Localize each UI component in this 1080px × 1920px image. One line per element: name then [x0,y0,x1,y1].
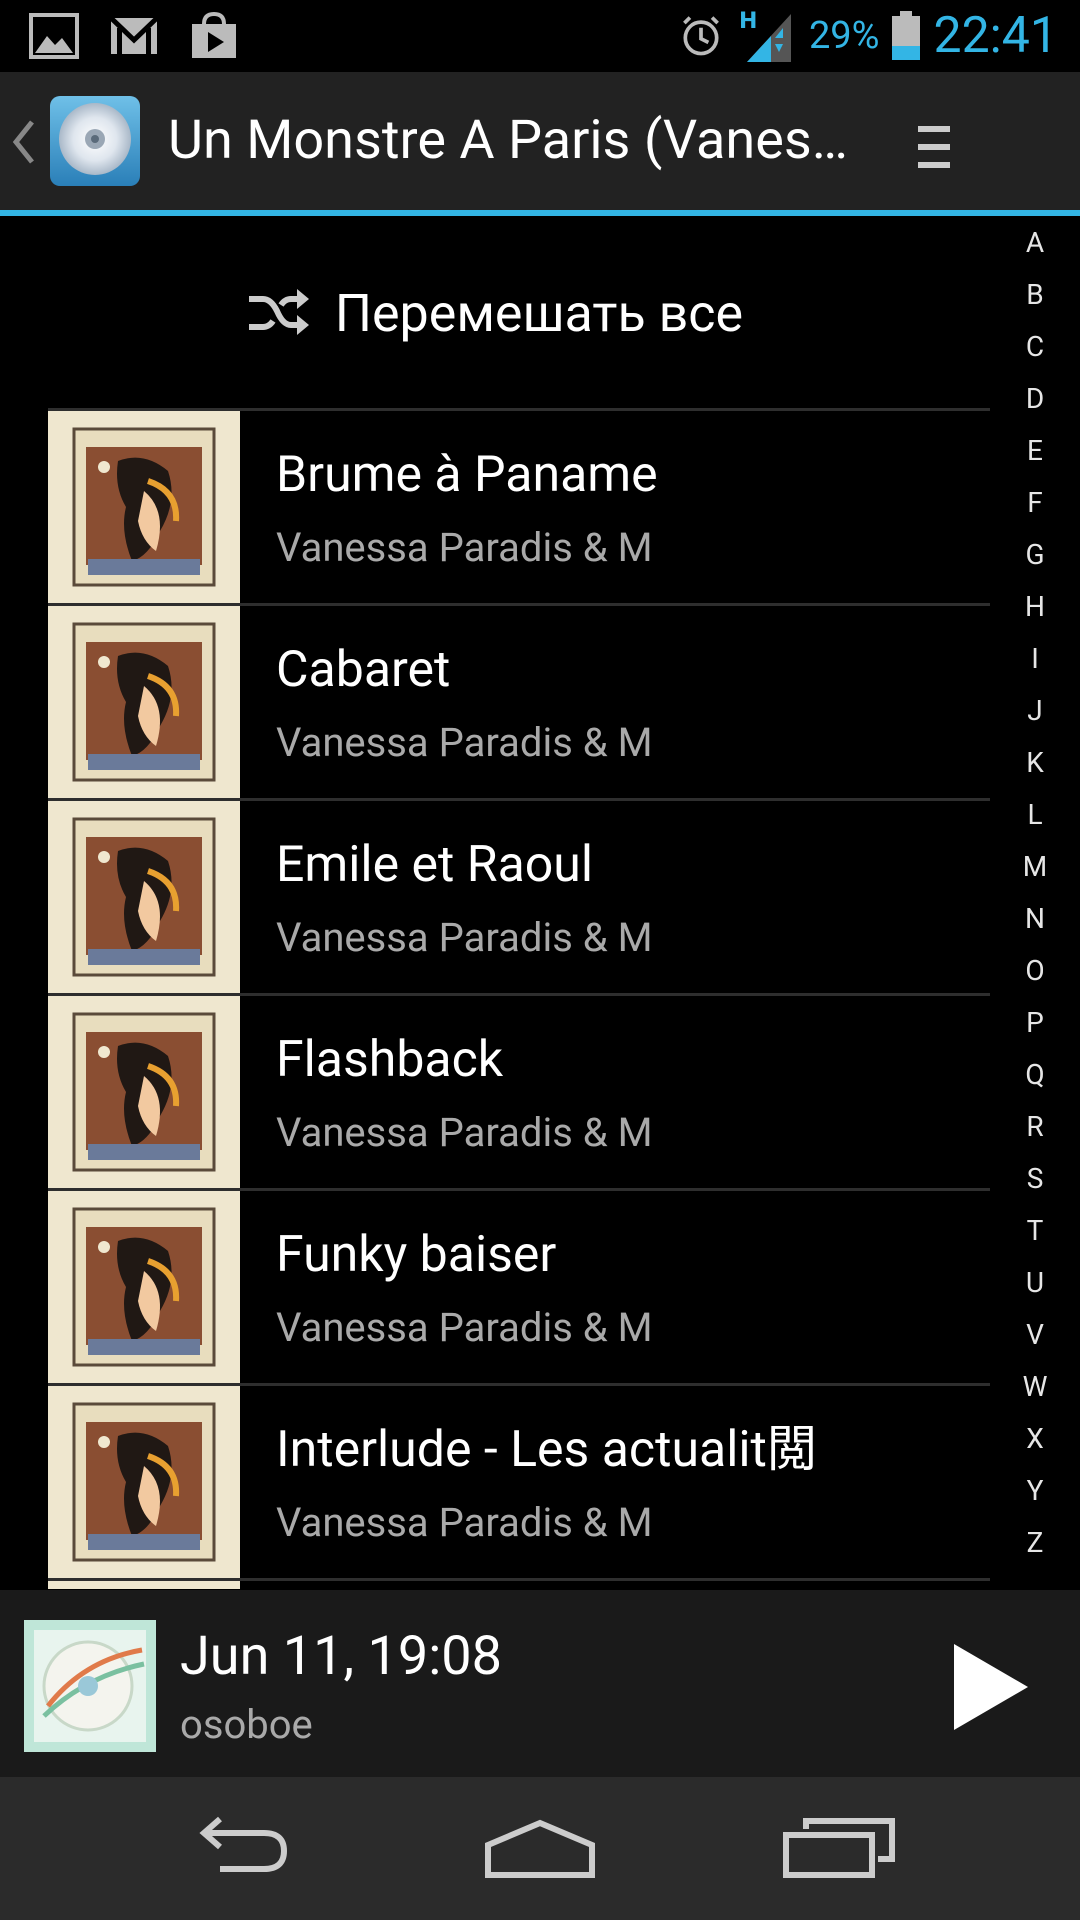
index-letter[interactable]: I [1010,638,1060,690]
svg-text:H: H [739,9,757,34]
album-art-thumbnail [48,1386,240,1578]
track-artist: Vanessa Paradis & M [276,1109,653,1156]
status-bar: H 29% 22:41 [0,0,1080,72]
action-bar-underline [0,210,1080,216]
index-letter[interactable]: S [1010,1158,1060,1210]
index-letter[interactable]: Q [1010,1054,1060,1106]
track-title: Cabaret [276,641,451,699]
index-letter[interactable]: A [1010,222,1060,274]
index-letter[interactable]: U [1010,1262,1060,1314]
index-letter[interactable]: D [1010,378,1060,430]
album-art-thumbnail [48,1191,240,1383]
album-art-thumbnail [48,606,240,798]
index-letter[interactable]: O [1010,950,1060,1002]
image-icon [29,13,79,59]
track-row[interactable]: Cabaret Vanessa Paradis & M [48,603,990,798]
battery-icon [892,11,921,60]
album-art-thumbnail [48,1581,240,1589]
overflow-menu-icon[interactable] [916,120,952,174]
track-list: Brume à Paname Vanessa Paradis & M Cabar… [48,408,990,1589]
index-letter[interactable]: B [1010,274,1060,326]
chevron-left-icon[interactable] [10,118,36,166]
track-row[interactable]: Interlude - Les actualit閲 Vanessa Paradi… [48,1383,990,1578]
alarm-icon [683,16,719,56]
track-artist: Vanessa Paradis & M [276,1304,653,1351]
index-letter[interactable]: K [1010,742,1060,794]
recent-apps-icon[interactable] [780,1809,900,1889]
index-letter[interactable]: X [1010,1418,1060,1470]
track-row[interactable]: Emile et Raoul Vanessa Paradis & M [48,798,990,993]
now-playing-art [24,1620,156,1752]
index-letter[interactable]: N [1010,898,1060,950]
index-letter[interactable]: G [1010,534,1060,586]
album-art-thumbnail [48,996,240,1188]
index-letter[interactable]: W [1010,1366,1060,1418]
track-artist: Vanessa Paradis & M [276,719,653,766]
alphabet-index[interactable]: A B C D E F G H I J K L M N O P Q R S T … [1010,222,1060,1574]
track-row[interactable]: Funky baiser Vanessa Paradis & M [48,1188,990,1383]
track-title: Emile et Raoul [276,836,594,894]
now-playing-title: Jun 11, 19:08 [180,1625,502,1688]
index-letter[interactable]: L [1010,794,1060,846]
gmail-icon [109,16,159,54]
index-letter[interactable]: J [1010,690,1060,742]
shuffle-all-button[interactable]: Перемешать все [0,218,990,408]
track-artist: Vanessa Paradis & M [276,524,653,571]
track-row[interactable]: Brume à Paname Vanessa Paradis & M [48,408,990,603]
home-icon[interactable] [480,1809,600,1889]
track-artist: Vanessa Paradis & M [276,914,653,961]
track-row[interactable]: Flashback Vanessa Paradis & M [48,993,990,1188]
album-art-thumbnail [48,801,240,993]
index-letter[interactable]: C [1010,326,1060,378]
index-letter[interactable]: E [1010,430,1060,482]
index-letter[interactable]: P [1010,1002,1060,1054]
battery-percent: 29% [808,14,880,58]
shuffle-icon [248,289,309,335]
play-icon[interactable] [950,1642,1030,1732]
album-art-thumbnail [48,411,240,603]
shuffle-all-label: Перемешать все [334,282,744,344]
now-playing-bar[interactable]: Jun 11, 19:08 osoboe [0,1590,1080,1777]
store-bag-icon [192,12,236,58]
index-letter[interactable]: H [1010,586,1060,638]
action-bar: Un Monstre A Paris (Vanes… [0,72,1080,210]
index-letter[interactable]: V [1010,1314,1060,1366]
index-letter[interactable]: M [1010,846,1060,898]
system-status-icons: H 29% 22:41 [677,8,1058,64]
navigation-bar [0,1777,1080,1920]
track-title: Interlude - Les actualit閲 [276,1421,817,1479]
index-letter[interactable]: R [1010,1106,1060,1158]
index-letter[interactable]: F [1010,482,1060,534]
page-title: Un Monstre A Paris (Vanes… [168,110,848,172]
track-artist: Vanessa Paradis & M [276,1499,653,1546]
track-row-partial[interactable] [48,1578,990,1589]
index-letter[interactable]: Z [1010,1522,1060,1574]
back-icon[interactable] [180,1809,300,1889]
signal-icon: H [739,9,791,62]
track-title: Funky baiser [276,1226,557,1284]
clock: 22:41 [933,7,1058,65]
track-title: Brume à Paname [276,446,658,504]
index-letter[interactable]: Y [1010,1470,1060,1522]
cd-disc-icon[interactable] [48,94,142,188]
now-playing-subtitle: osoboe [180,1701,313,1748]
notification-icons [28,12,240,60]
track-title: Flashback [276,1031,504,1089]
index-letter[interactable]: T [1010,1210,1060,1262]
